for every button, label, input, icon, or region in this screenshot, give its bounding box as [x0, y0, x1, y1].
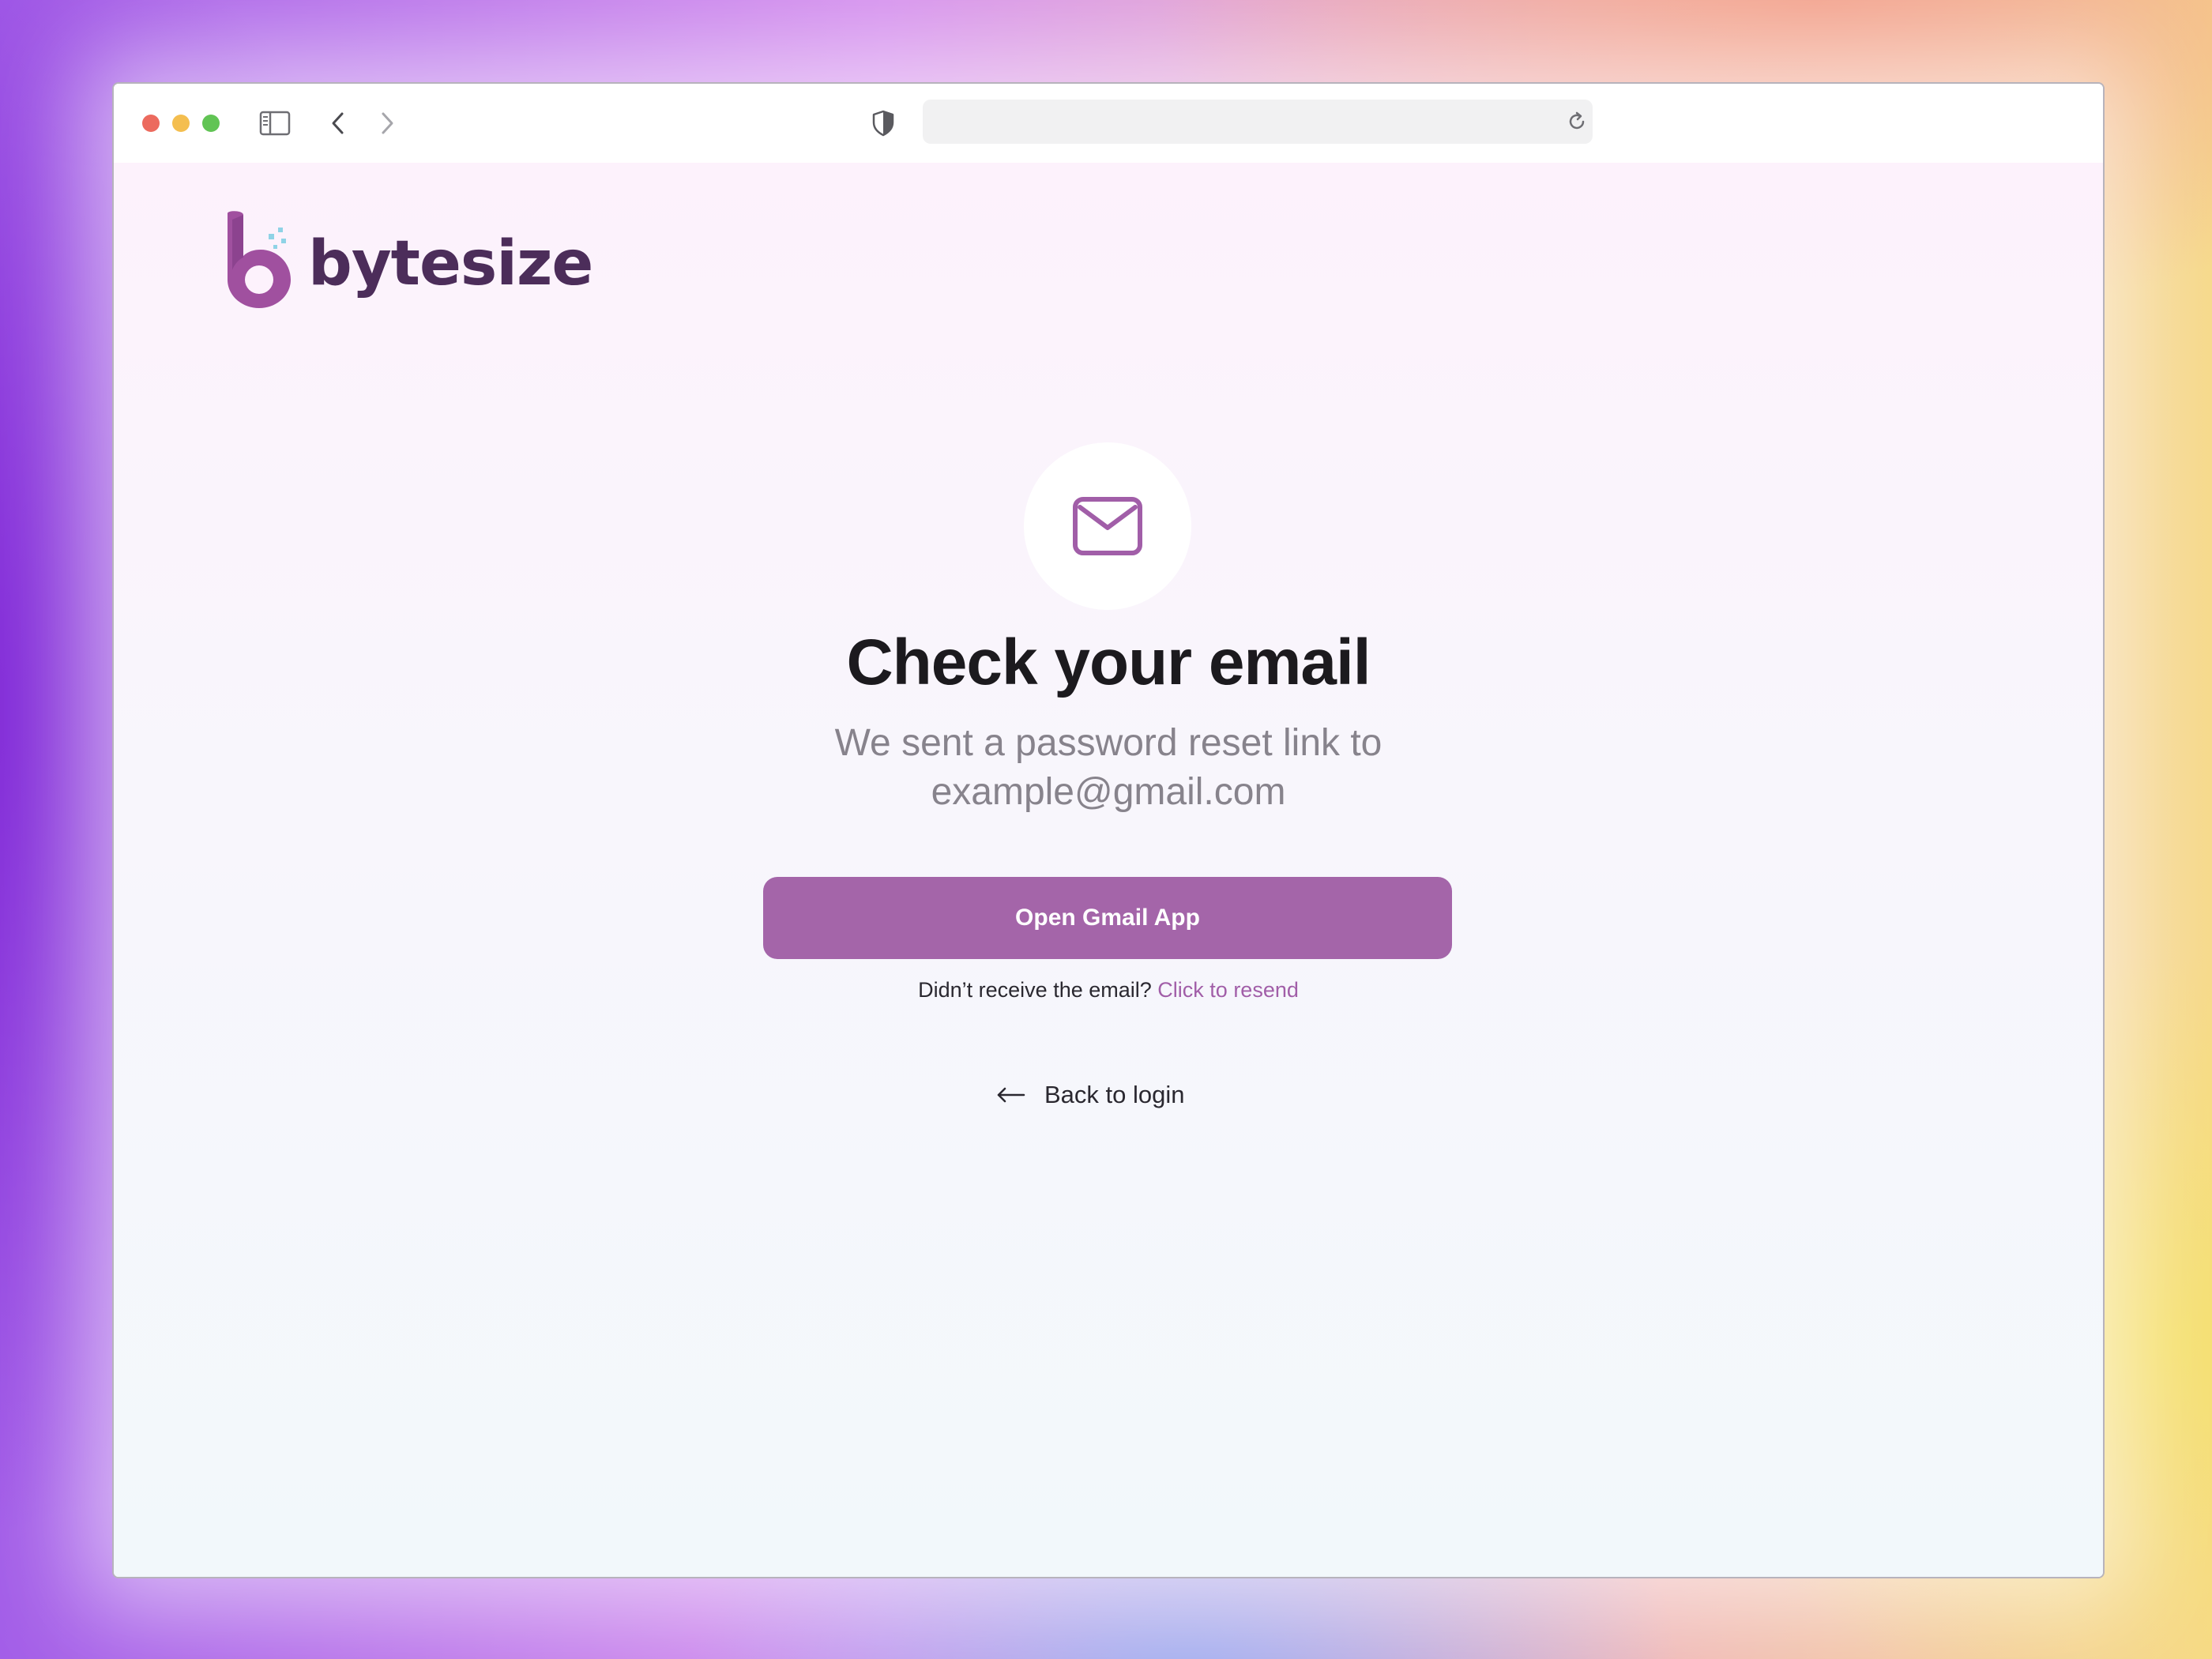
- page-subtitle: We sent a password reset link to example…: [114, 719, 2103, 817]
- close-window-button[interactable]: [142, 115, 160, 132]
- browser-toolbar: [114, 84, 2103, 163]
- page-title: Check your email: [846, 626, 1371, 698]
- subtitle-line: We sent a password reset link to: [834, 722, 1382, 764]
- maximize-window-button[interactable]: [202, 115, 220, 132]
- resend-prompt: Didn’t receive the email?: [918, 978, 1152, 1002]
- minimize-window-button[interactable]: [172, 115, 190, 132]
- shield-icon[interactable]: [866, 106, 901, 141]
- address-bar[interactable]: [923, 100, 1593, 144]
- resend-link[interactable]: Click to resend: [1157, 978, 1299, 1002]
- mail-icon: [1073, 497, 1142, 555]
- resend-row: Didn’t receive the email? Click to resen…: [114, 978, 2103, 1003]
- recipient-email: example@gmail.com: [931, 771, 1286, 813]
- page-content: bytesize Check your email We sent a pass…: [114, 163, 2103, 1577]
- browser-window: bytesize Check your email We sent a pass…: [112, 82, 2105, 1578]
- back-to-login-link[interactable]: Back to login: [995, 1081, 1185, 1109]
- reload-icon[interactable]: [1561, 106, 1593, 137]
- back-to-login-label: Back to login: [1044, 1081, 1185, 1108]
- mail-icon-badge: [1024, 442, 1191, 610]
- forward-arrow-icon[interactable]: [370, 106, 404, 141]
- bytesize-logo-icon: [228, 211, 291, 308]
- open-gmail-button[interactable]: Open Gmail App: [763, 877, 1452, 959]
- arrow-left-icon: [997, 1087, 1025, 1103]
- back-arrow-icon[interactable]: [321, 106, 356, 141]
- brand-name: bytesize: [308, 228, 593, 299]
- brand-logo[interactable]: bytesize: [220, 210, 593, 308]
- sidebar-icon[interactable]: [258, 106, 292, 141]
